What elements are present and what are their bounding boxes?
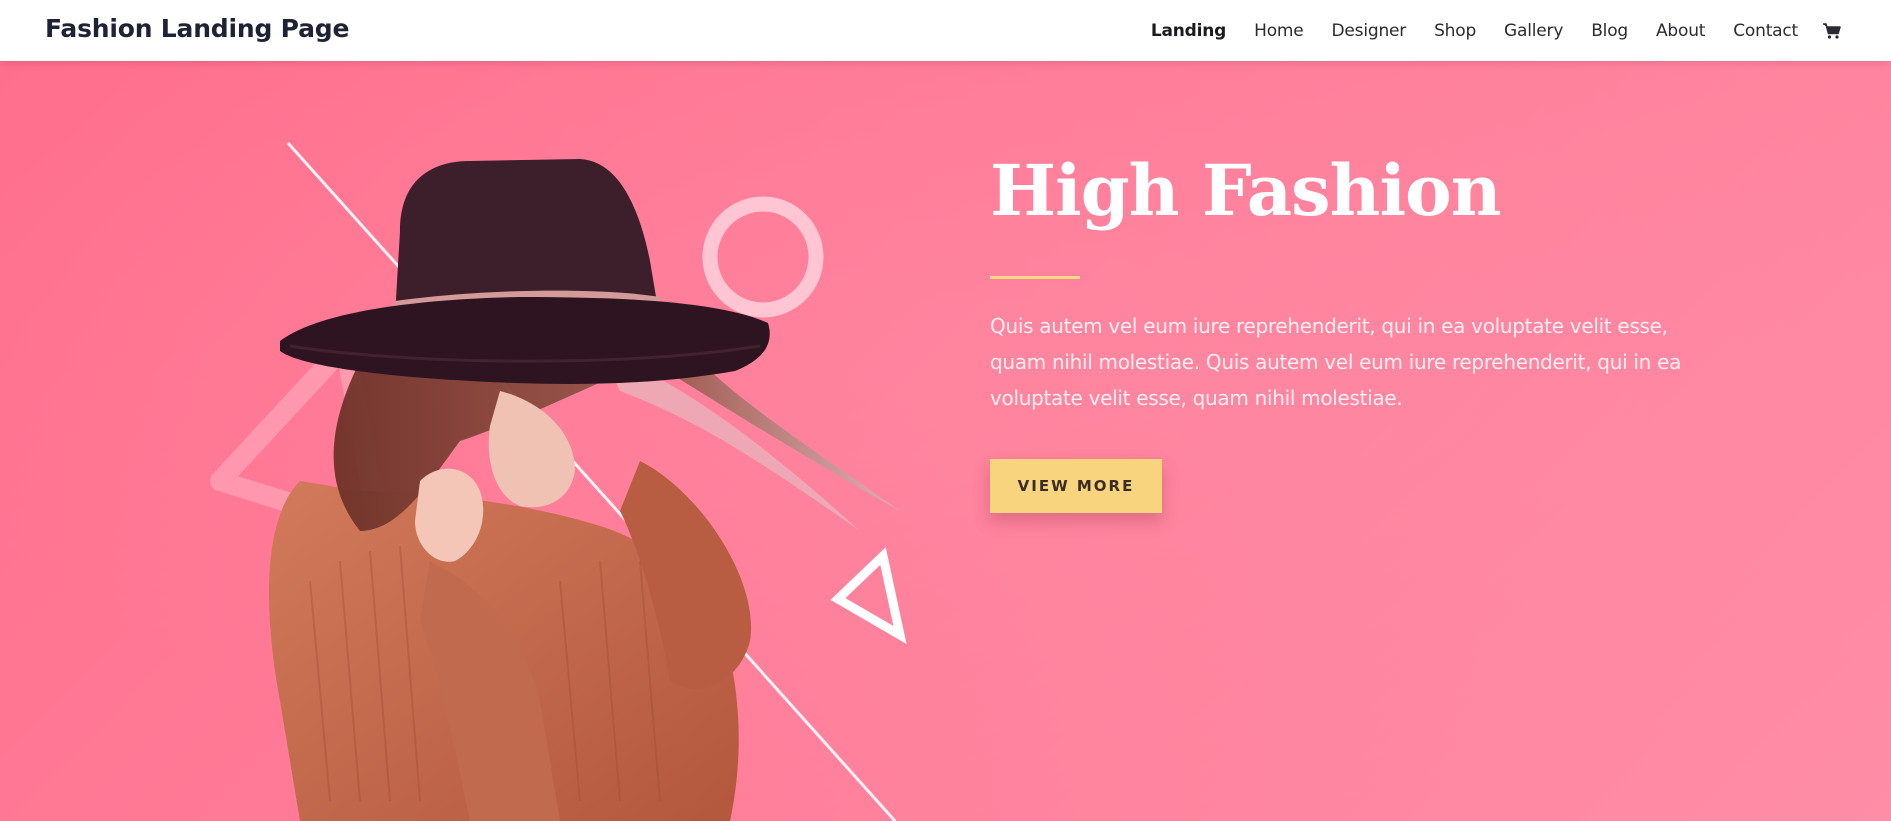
nav-item-contact[interactable]: Contact bbox=[1733, 21, 1798, 41]
nav-item-landing[interactable]: Landing bbox=[1151, 21, 1226, 41]
main-navigation: Landing Home Designer Shop Gallery Blog … bbox=[1123, 0, 1842, 61]
hero-description: Quis autem vel eum iure reprehenderit, q… bbox=[990, 314, 1682, 410]
nav-item-shop[interactable]: Shop bbox=[1434, 21, 1476, 41]
nav-item-about[interactable]: About bbox=[1656, 21, 1705, 41]
hero-section: High Fashion Quis autem vel eum iure rep… bbox=[0, 61, 1891, 821]
shopping-cart-icon[interactable] bbox=[1822, 22, 1842, 40]
nav-item-designer[interactable]: Designer bbox=[1332, 21, 1407, 41]
nav-item-home[interactable]: Home bbox=[1254, 21, 1304, 41]
nav-item-blog[interactable]: Blog bbox=[1591, 21, 1628, 41]
title-divider bbox=[990, 276, 1080, 279]
site-header: Fashion Landing Page Landing Home Design… bbox=[0, 0, 1891, 61]
view-more-button[interactable]: VIEW MORE bbox=[990, 459, 1162, 513]
nav-item-gallery[interactable]: Gallery bbox=[1504, 21, 1563, 41]
hero-title: High Fashion bbox=[990, 149, 1502, 232]
hero-illustration bbox=[0, 61, 1891, 821]
site-logo-title[interactable]: Fashion Landing Page bbox=[45, 14, 349, 43]
